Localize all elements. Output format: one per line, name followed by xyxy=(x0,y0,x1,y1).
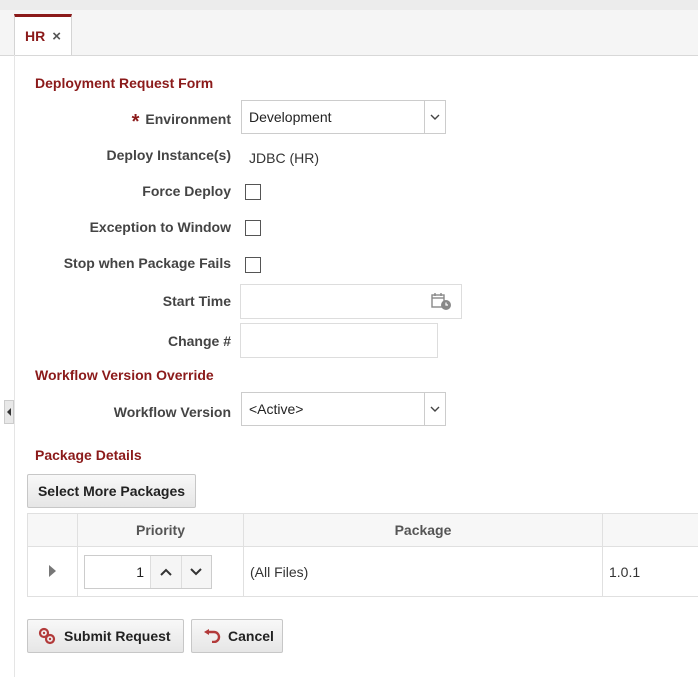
collapse-left-icon[interactable] xyxy=(4,400,14,424)
environment-label: * Environment xyxy=(131,111,231,133)
cancel-label: Cancel xyxy=(228,628,274,644)
required-marker: * xyxy=(131,111,140,133)
deploy-instances-value: JDBC (HR) xyxy=(249,150,319,166)
submit-request-label: Submit Request xyxy=(64,628,171,644)
window-top-bar xyxy=(0,0,698,10)
change-number-input[interactable] xyxy=(240,323,438,358)
undo-icon xyxy=(203,629,221,643)
column-header-package[interactable]: Package xyxy=(243,513,603,547)
tab-strip: HR × xyxy=(0,10,698,56)
table-header-row: Priority Package xyxy=(27,513,698,547)
start-time-input[interactable] xyxy=(240,284,462,319)
select-more-packages-button[interactable]: Select More Packages xyxy=(27,474,196,508)
force-deploy-checkbox[interactable] xyxy=(245,184,261,200)
exception-to-window-checkbox[interactable] xyxy=(245,220,261,236)
close-icon[interactable]: × xyxy=(52,28,61,45)
table-row: 1 (All Files) 1.0.1 xyxy=(27,546,698,597)
environment-select[interactable]: Development xyxy=(241,100,446,134)
chevron-down-icon xyxy=(424,101,445,133)
workflow-version-select[interactable]: <Active> xyxy=(241,392,446,426)
submit-request-button[interactable]: Submit Request xyxy=(27,619,184,653)
package-table: Priority Package 1 (All Files) 1.0.1 xyxy=(27,513,698,597)
workflow-title: Workflow Version Override xyxy=(35,367,214,383)
form-title: Deployment Request Form xyxy=(35,75,214,91)
stop-when-package-fails-label: Stop when Package Fails xyxy=(63,255,231,271)
environment-value: Development xyxy=(249,109,332,125)
tab-hr[interactable]: HR × xyxy=(14,14,72,55)
chevron-up-icon[interactable] xyxy=(150,555,181,588)
tab-label: HR xyxy=(25,28,46,44)
deploy-instances-label: Deploy Instance(s) xyxy=(106,147,231,163)
workflow-version-value: <Active> xyxy=(249,401,304,417)
chevron-down-icon xyxy=(424,393,445,425)
left-divider xyxy=(14,55,15,677)
change-number-label: Change # xyxy=(167,333,231,349)
package-cell: (All Files) xyxy=(243,546,603,597)
stop-when-package-fails-checkbox[interactable] xyxy=(245,257,261,273)
column-header-priority[interactable]: Priority xyxy=(77,513,244,547)
calendar-clock-icon[interactable] xyxy=(431,292,453,315)
column-header-version[interactable] xyxy=(602,513,698,547)
expand-cell xyxy=(27,546,78,597)
force-deploy-label: Force Deploy xyxy=(142,183,231,199)
start-time-label: Start Time xyxy=(162,293,231,309)
gears-icon xyxy=(38,627,56,645)
priority-stepper[interactable]: 1 xyxy=(84,554,212,589)
workflow-version-label: Workflow Version xyxy=(113,404,231,420)
chevron-down-icon[interactable] xyxy=(180,555,211,588)
cancel-button[interactable]: Cancel xyxy=(191,619,283,653)
version-cell: 1.0.1 xyxy=(602,546,698,597)
priority-value[interactable]: 1 xyxy=(85,564,150,580)
exception-to-window-label: Exception to Window xyxy=(89,219,231,235)
expand-row-icon[interactable] xyxy=(49,564,56,577)
column-header-expand xyxy=(27,513,78,547)
package-details-title: Package Details xyxy=(35,447,142,463)
priority-cell: 1 xyxy=(77,546,244,597)
